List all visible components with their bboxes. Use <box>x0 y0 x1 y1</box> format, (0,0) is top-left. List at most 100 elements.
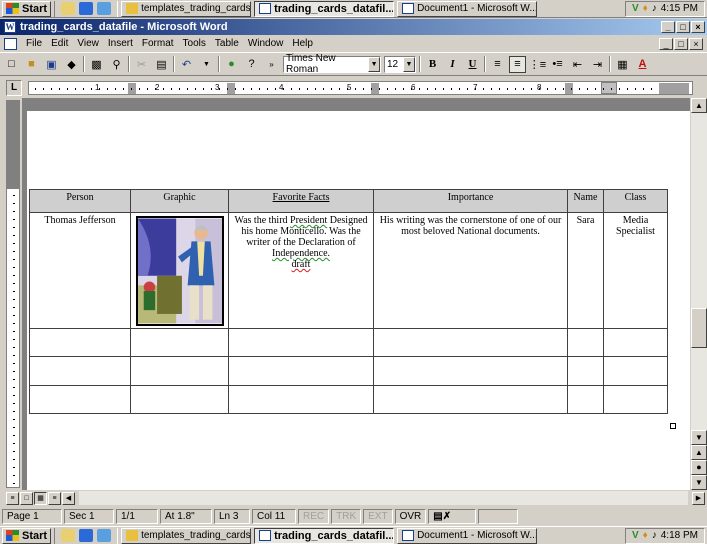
cell-favorite-facts[interactable]: Was the third President Designed his hom… <box>228 212 374 329</box>
cell-person[interactable]: Thomas Jefferson <box>29 212 131 329</box>
empty-cell[interactable] <box>603 356 668 386</box>
minimize-button[interactable]: _ <box>661 21 675 33</box>
status-trk[interactable]: TRK <box>331 508 362 524</box>
start-button[interactable]: Start <box>2 527 52 544</box>
undo-dropdown-icon[interactable]: ▼ <box>198 56 215 73</box>
task-document1[interactable]: Document1 - Microsoft W... <box>397 0 538 17</box>
spelling-status-icon[interactable]: ▤✗ <box>428 508 477 524</box>
menu-format[interactable]: Format <box>142 38 174 49</box>
menu-file[interactable]: File <box>26 38 42 49</box>
doc-close-button[interactable]: × <box>689 37 703 50</box>
header-class[interactable]: Class <box>603 189 668 213</box>
jefferson-picture[interactable] <box>135 216 224 326</box>
network-icon[interactable]: ♦ <box>643 530 648 541</box>
empty-cell[interactable] <box>130 385 229 414</box>
undo-icon[interactable]: ↶ <box>178 56 195 73</box>
hyperlink-icon[interactable]: ● <box>223 56 240 73</box>
cell-graphic[interactable] <box>130 212 229 329</box>
restore-button[interactable]: □ <box>676 21 690 33</box>
internet-explorer-icon[interactable] <box>79 529 94 542</box>
volume-icon[interactable]: ♪ <box>652 3 657 14</box>
menu-table[interactable]: Table <box>215 38 239 49</box>
task-templates[interactable]: templates_trading_cards <box>121 0 252 17</box>
menu-help[interactable]: Help <box>292 38 313 49</box>
window-titlebar[interactable]: W trading_cards_datafile - Microsoft Wor… <box>0 19 707 35</box>
outlook-express-icon[interactable] <box>97 529 112 542</box>
menu-view[interactable]: View <box>77 38 99 49</box>
font-size-select[interactable]: 12 ▼ <box>384 55 416 73</box>
header-name[interactable]: Name <box>567 189 604 213</box>
empty-cell[interactable] <box>567 356 604 386</box>
column-marker[interactable] <box>371 83 379 94</box>
font-name-select[interactable]: Times New Roman ▼ <box>283 53 381 75</box>
scroll-left-icon[interactable]: ◀ <box>62 491 75 505</box>
cell-name[interactable]: Sara <box>567 212 604 329</box>
chevron-down-icon[interactable]: ▼ <box>403 56 415 72</box>
save-icon[interactable]: ▣ <box>43 56 60 73</box>
status-ovr[interactable]: OVR <box>394 508 427 524</box>
task-templates[interactable]: templates_trading_cards <box>121 527 252 544</box>
help-icon[interactable]: ? <box>243 56 260 73</box>
empty-cell[interactable] <box>29 356 131 386</box>
print-preview-icon[interactable]: ⚲ <box>108 56 125 73</box>
print-icon[interactable]: ▩ <box>88 56 105 73</box>
column-marker[interactable] <box>128 83 136 94</box>
menu-edit[interactable]: Edit <box>51 38 68 49</box>
menu-tools[interactable]: Tools <box>183 38 206 49</box>
empty-cell[interactable] <box>130 356 229 386</box>
tab-selector-button[interactable]: L <box>6 80 22 96</box>
vertical-ruler[interactable] <box>6 100 20 488</box>
header-person[interactable]: Person <box>29 189 131 213</box>
toolbar-options-icon[interactable]: » <box>263 56 280 73</box>
empty-cell[interactable] <box>29 385 131 414</box>
scroll-thumb[interactable] <box>691 308 707 348</box>
previous-page-icon[interactable]: ▲ <box>691 445 707 460</box>
empty-cell[interactable] <box>29 328 131 357</box>
scroll-up-icon[interactable]: ▲ <box>691 98 707 113</box>
chevron-down-icon[interactable]: ▼ <box>368 56 380 72</box>
task-document1[interactable]: Document1 - Microsoft W... <box>397 527 538 544</box>
trading-card-table[interactable]: Person Graphic Favorite Facts Importance… <box>29 189 668 414</box>
borders-icon[interactable]: ▦ <box>614 56 631 73</box>
underline-button[interactable]: U <box>464 56 481 73</box>
empty-cell[interactable] <box>567 328 604 357</box>
select-browse-object-icon[interactable]: ● <box>691 460 707 475</box>
permission-icon[interactable]: ◆ <box>63 56 80 73</box>
header-favorite-facts[interactable]: Favorite Facts <box>228 189 374 213</box>
empty-cell[interactable] <box>567 385 604 414</box>
scroll-right-icon[interactable]: ▶ <box>692 491 705 505</box>
document-page[interactable]: Person Graphic Favorite Facts Importance… <box>27 111 690 490</box>
increase-indent-icon[interactable]: ⇥ <box>589 56 606 73</box>
table-resize-handle[interactable] <box>670 423 676 429</box>
menu-insert[interactable]: Insert <box>108 38 133 49</box>
desktop-icon[interactable] <box>61 2 76 15</box>
cell-importance[interactable]: His writing was the cornerstone of one o… <box>373 212 568 329</box>
next-page-icon[interactable]: ▼ <box>691 475 707 490</box>
cell-class[interactable]: Media Specialist <box>603 212 668 329</box>
new-document-icon[interactable]: □ <box>3 56 20 73</box>
internet-explorer-icon[interactable] <box>79 2 94 15</box>
horizontal-scroll-track[interactable] <box>79 491 688 505</box>
task-trading-cards[interactable]: trading_cards_datafil... <box>254 527 395 544</box>
paste-icon[interactable]: ▤ <box>153 56 170 73</box>
header-importance[interactable]: Importance <box>373 189 568 213</box>
empty-cell[interactable] <box>228 385 374 414</box>
menu-window[interactable]: Window <box>248 38 284 49</box>
outlook-express-icon[interactable] <box>97 2 112 15</box>
align-center-icon[interactable]: ≡ <box>509 55 526 73</box>
empty-cell[interactable] <box>130 328 229 357</box>
decrease-indent-icon[interactable]: ⇤ <box>569 56 586 73</box>
word-app-icon[interactable]: W <box>4 21 16 33</box>
empty-cell[interactable] <box>228 328 374 357</box>
align-left-icon[interactable]: ≡ <box>489 56 506 73</box>
antivirus-icon[interactable]: V <box>632 530 639 541</box>
doc-minimize-button[interactable]: _ <box>659 37 673 50</box>
document-area[interactable]: Person Graphic Favorite Facts Importance… <box>22 98 690 490</box>
empty-cell[interactable] <box>373 328 568 357</box>
empty-cell[interactable] <box>373 356 568 386</box>
header-graphic[interactable]: Graphic <box>130 189 229 213</box>
empty-cell[interactable] <box>603 328 668 357</box>
italic-button[interactable]: I <box>444 56 461 73</box>
normal-view-icon[interactable]: ≡ <box>6 491 19 505</box>
vertical-scrollbar[interactable]: ▲ ▼ ▲ ● ▼ <box>691 98 707 490</box>
